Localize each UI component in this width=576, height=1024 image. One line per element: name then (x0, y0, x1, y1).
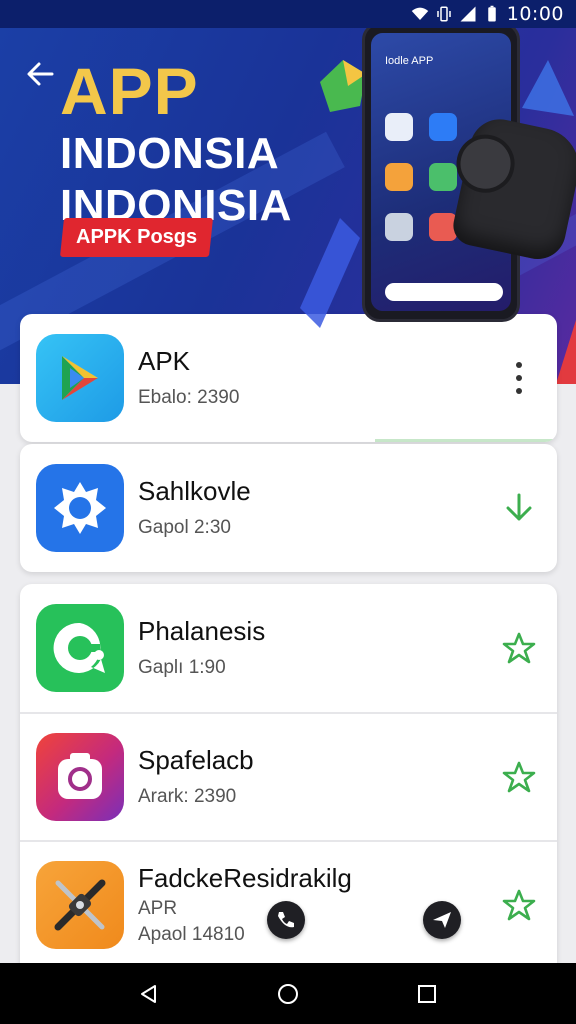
app-name: Sahlkovle (138, 476, 251, 507)
download-progress (375, 439, 557, 442)
list-item[interactable]: Sahlkovle Gapol 2:30 (20, 444, 557, 572)
app-card: APK Ebalo: 2390 (20, 314, 557, 442)
hero-title-line1: APP (60, 54, 199, 128)
phone-app-icon (429, 163, 457, 191)
app-meta: Gaplı 1:90 (138, 656, 226, 678)
app-card: Sahlkovle Gapol 2:30 (20, 444, 557, 572)
back-icon[interactable] (129, 974, 169, 1014)
vibrate-icon (436, 6, 451, 22)
star-icon[interactable] (499, 885, 539, 925)
camera-icon (36, 733, 124, 821)
chat-bubble-icon (36, 604, 124, 692)
hero-badge[interactable]: APPK Posgs (59, 218, 214, 257)
back-arrow-icon[interactable] (22, 56, 58, 92)
status-bar: 10:00 (0, 0, 576, 28)
phone-app-icon (385, 163, 413, 191)
app-name: APK (138, 346, 191, 377)
gear-badge-icon (36, 464, 124, 552)
app-meta: Ebalo: 2390 (138, 386, 240, 408)
hero-title: APP INDONSIA INDONISIA (60, 58, 292, 228)
status-time: 10:00 (506, 3, 564, 25)
star-icon[interactable] (499, 757, 539, 797)
app-meta-secondary: Apaol 14810 (138, 923, 245, 945)
navigation-bar (0, 963, 576, 1024)
signal-icon (460, 6, 476, 22)
deco-cube-icon (320, 60, 366, 112)
recents-icon[interactable] (407, 974, 447, 1014)
phone-app-icon (385, 213, 413, 241)
wifi-icon (411, 7, 428, 20)
phone-label: Iodle APP (385, 55, 434, 67)
app-meta: Arark: 2390 (138, 785, 237, 807)
app-meta: Gapol 2:30 (138, 516, 231, 538)
battery-icon (487, 5, 496, 22)
app-name: Phalanesis (138, 616, 266, 647)
download-icon[interactable] (499, 488, 539, 528)
star-icon[interactable] (499, 628, 539, 668)
phone-call-icon[interactable] (267, 901, 305, 939)
app-store-screen: 10:00 APP INDONSIA INDONISIA APPK Posgs … (0, 0, 576, 1024)
more-vert-icon[interactable] (499, 358, 539, 398)
deco-triangle-icon (522, 60, 574, 116)
send-icon[interactable] (423, 901, 461, 939)
list-item[interactable]: Spafelacb Arark: 2390 (20, 712, 557, 840)
list-item[interactable]: Phalanesis Gaplı 1:90 (20, 584, 557, 712)
deco-ribbon-icon (300, 218, 360, 328)
app-name: FadckeResidrakilg (138, 863, 352, 894)
play-store-icon (36, 334, 124, 422)
home-icon[interactable] (268, 974, 308, 1014)
phone-app-icon (385, 113, 413, 141)
phone-search-bar (385, 283, 503, 301)
phone-app-icon (429, 113, 457, 141)
hero-badge-label: APPK Posgs (76, 226, 198, 248)
app-meta: APR (138, 897, 178, 919)
tools-icon (36, 861, 124, 949)
app-name: Spafelacb (138, 745, 254, 776)
list-item[interactable]: APK Ebalo: 2390 (20, 314, 557, 442)
hero-title-line2: INDONSIA (60, 129, 280, 178)
